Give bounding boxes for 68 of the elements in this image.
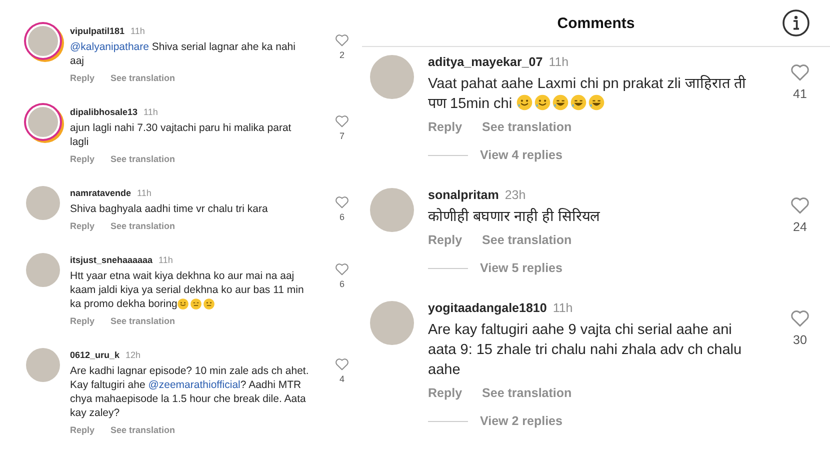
see-translation-link[interactable]: See translation [110,316,176,326]
like-count: 4 [339,374,344,384]
reply-link[interactable]: Reply [428,386,462,400]
username[interactable]: sonalpritam [428,188,499,202]
like-count: 30 [793,333,807,347]
teary-face-icon [534,94,552,111]
comment-text: Shiva baghyala aadhi time vr chalu tri kara [70,202,269,216]
like-count: 41 [793,87,807,101]
mention-link[interactable]: @zeemarathiofficial [148,379,240,391]
comments-title: Comments [557,14,635,32]
username[interactable]: vipulpatil181 [70,26,125,36]
reply-link[interactable]: Reply [70,73,95,83]
view-replies-link[interactable]: View 4 replies [480,148,562,162]
comment-text: ajun lagli nahi 7.30 vajtachi paru hi malika parat lagli [70,121,292,149]
view-replies-link[interactable]: View 5 replies [480,261,562,275]
username[interactable]: aditya_mayekar_07 [428,55,543,69]
see-translation-link[interactable]: See translation [110,73,176,83]
view-replies-link[interactable]: View 2 replies [480,414,562,428]
comment-text: Vaat pahat aahe Laxmi chi pn prakat zli जाहिरात ती पण 15min chi [428,74,747,114]
expressionless-face-icon [190,298,202,310]
laughing-face-icon [552,94,570,111]
username[interactable]: yogitaadangale1810 [428,301,547,315]
comment-time: 12h [126,350,141,360]
see-translation-link[interactable]: See translation [110,154,176,164]
username[interactable]: 0612_uru_k [70,350,120,360]
reply-link[interactable]: Reply [70,316,95,326]
username[interactable]: namratavende [70,188,132,198]
comment-time: 11h [158,255,173,265]
reply-link[interactable]: Reply [428,120,462,134]
see-translation-link[interactable]: See translation [482,233,572,247]
see-translation-link[interactable]: See translation [482,120,572,134]
like-count: 24 [793,220,807,234]
info-icon[interactable] [782,9,810,37]
see-translation-link[interactable]: See translation [482,386,572,400]
laughing-face-icon [588,94,606,111]
comment-text: कोणीही बघणार नाही ही सिरियल [428,207,602,227]
heart-icon[interactable] [334,113,350,129]
neutral-face-icon [203,298,216,310]
reply-link[interactable]: Reply [70,221,95,231]
like-count: 6 [339,279,344,289]
smiling-face-icon [177,298,190,310]
comment-time: 11h [137,188,152,198]
reply-link[interactable]: Reply [428,233,462,247]
heart-icon[interactable] [334,194,350,210]
comment-time: 11h [144,107,158,117]
like-count: 7 [339,131,344,141]
username[interactable]: dipalibhosale13 [70,107,138,117]
comment-time: 11h [548,55,569,69]
like-count: 2 [339,50,344,60]
teary-face-icon [516,94,534,111]
see-translation-link[interactable]: See translation [110,425,176,435]
reply-link[interactable]: Reply [70,425,95,435]
comment-text: Htt yaar etna wait kiya dekhna ko aur mai na aaj kaam jaldi kiya ya serial dekhna ko aur bas 11 min ka promo dekha boring [70,269,305,311]
comment-time: 23h [504,188,526,202]
comment-text: Are kadhi lagnar episode? 10 min zale ads ch ahet. Kay faltugiri ahe @zeemarathiofficial? Aadhi MTR chya mahaepisode la 1.5 hour che break dile. Aata kay zaley? [70,364,310,420]
username[interactable]: itsjust_snehaaaaaa [70,255,153,265]
comment-time: 11h [130,26,145,36]
heart-icon[interactable] [334,261,350,277]
comment-time: 11h [552,301,573,315]
reply-link[interactable]: Reply [70,154,95,164]
mention-link[interactable]: @kalyanipathare [70,41,149,53]
see-translation-link[interactable]: See translation [110,221,176,231]
comment-text: Are kay faltugiri aahe 9 vajta chi serial aahe ani aata 9: 15 zhale tri chalu nahi zhala adv ch chalu aahe [428,321,743,380]
heart-icon[interactable] [334,32,350,48]
laughing-face-icon [570,94,588,111]
comment-text: @kalyanipathare Shiva serial lagnar ahe ka nahi aaj [70,40,296,68]
like-count: 6 [339,212,344,222]
heart-icon[interactable] [334,356,350,372]
